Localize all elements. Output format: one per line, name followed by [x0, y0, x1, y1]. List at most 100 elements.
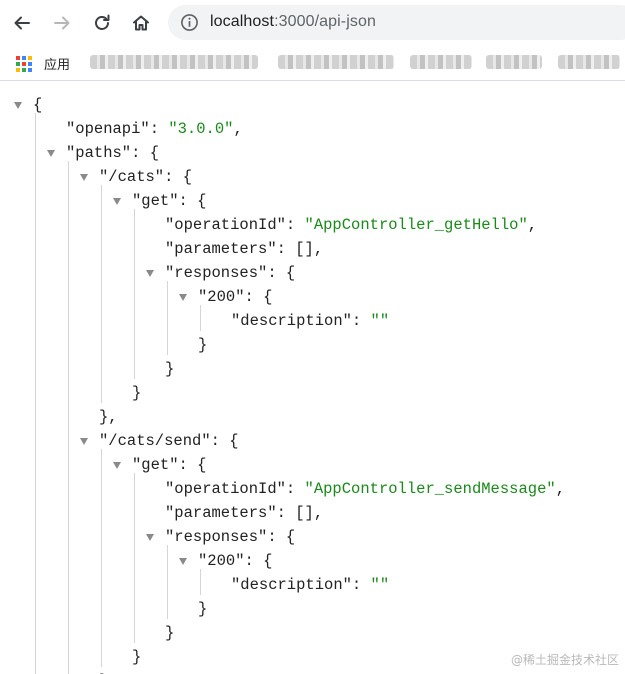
bookmark-item[interactable]: [278, 55, 394, 69]
json-punctuation: :: [285, 480, 305, 498]
collapse-toggle-icon[interactable]: [113, 198, 121, 205]
collapse-toggle-icon[interactable]: [146, 270, 154, 277]
json-punctuation: : {: [267, 528, 296, 546]
json-punctuation: : {: [164, 168, 193, 186]
bookmark-item[interactable]: [90, 55, 258, 69]
json-line: "200": {: [198, 285, 272, 309]
browser-toolbar: localhost:3000/api-json: [0, 0, 625, 45]
json-line: }: [132, 645, 141, 669]
json-line: {: [33, 93, 42, 117]
json-punctuation: }: [165, 624, 175, 642]
tree-guide-line: [167, 545, 168, 619]
json-punctuation: : {: [131, 144, 160, 162]
json-punctuation: }: [165, 360, 175, 378]
json-punctuation: ,: [555, 480, 565, 498]
home-icon: [133, 15, 149, 31]
back-button[interactable]: [8, 9, 36, 37]
json-punctuation: :: [351, 576, 371, 594]
bookmark-item[interactable]: [558, 55, 620, 69]
json-punctuation: ,: [233, 120, 243, 138]
url-text: localhost:3000/api-json: [210, 13, 376, 31]
json-line: "get": {: [132, 189, 206, 213]
json-key: "description": [231, 576, 352, 594]
json-punctuation: : {: [267, 264, 296, 282]
reload-icon: [95, 14, 110, 30]
json-string-value: "AppController_getHello": [304, 216, 528, 234]
json-line: "/cats": {: [99, 165, 192, 189]
json-key: "200": [198, 288, 245, 306]
bookmark-item[interactable]: [486, 55, 542, 69]
json-string-value: "": [370, 312, 390, 330]
json-line: },: [99, 669, 118, 674]
apps-shortcut[interactable]: 应用: [16, 54, 70, 73]
json-line: "parameters": [],: [165, 237, 323, 261]
json-key: "description": [231, 312, 352, 330]
collapse-toggle-icon[interactable]: [113, 462, 121, 469]
json-key: "operationId": [165, 480, 286, 498]
json-punctuation: :: [351, 312, 371, 330]
json-line: "get": {: [132, 453, 206, 477]
json-key: "openapi": [66, 120, 150, 138]
collapse-toggle-icon[interactable]: [80, 174, 88, 181]
json-line: "openapi": "3.0.0",: [66, 117, 243, 141]
apps-grid-icon: [16, 55, 32, 72]
info-icon[interactable]: [180, 13, 199, 32]
json-punctuation: : {: [178, 456, 207, 474]
collapse-toggle-icon[interactable]: [146, 534, 154, 541]
arrow-right-icon: [54, 16, 70, 30]
json-key: "get": [132, 456, 179, 474]
collapse-toggle-icon[interactable]: [179, 294, 187, 301]
json-punctuation: :: [149, 120, 169, 138]
json-punctuation: :: [285, 216, 305, 234]
json-key: "responses": [165, 528, 268, 546]
forward-button[interactable]: [48, 9, 76, 37]
tree-guide-line: [134, 473, 135, 643]
tree-guide-line: [35, 113, 36, 674]
json-line: }: [198, 597, 207, 621]
json-key: "/cats": [99, 168, 165, 186]
tree-guide-line: [68, 161, 69, 674]
json-key: "/cats/send": [99, 432, 211, 450]
tree-guide-line: [134, 209, 135, 379]
json-line: "responses": {: [165, 261, 295, 285]
json-line: "/cats/send": {: [99, 429, 239, 453]
json-key: "parameters": [165, 504, 277, 522]
apps-label: 应用: [44, 58, 71, 73]
json-punctuation: },: [99, 408, 118, 426]
bookmarks-bar: 应用: [0, 45, 625, 81]
json-punctuation: : {: [244, 552, 273, 570]
json-line: "operationId": "AppController_getHello",: [165, 213, 537, 237]
json-key: "parameters": [165, 240, 277, 258]
json-punctuation: ,: [527, 216, 538, 234]
json-line: "description": "": [231, 309, 389, 333]
json-line: }: [198, 333, 207, 357]
json-line: "responses": {: [165, 525, 295, 549]
bookmark-item[interactable]: [410, 55, 472, 69]
json-line: "description": "": [231, 573, 389, 597]
collapse-toggle-icon[interactable]: [80, 438, 88, 445]
url-host: localhost: [210, 13, 275, 30]
json-line: "parameters": [],: [165, 501, 323, 525]
json-punctuation: }: [132, 648, 142, 666]
arrow-left-icon: [14, 16, 30, 30]
json-key: "responses": [165, 264, 268, 282]
json-punctuation: }: [198, 600, 208, 618]
json-punctuation: }: [198, 336, 208, 354]
reload-button[interactable]: [88, 9, 116, 37]
json-punctuation: }: [132, 384, 142, 402]
json-punctuation: {: [33, 96, 43, 114]
tree-guide-line: [101, 449, 102, 667]
collapse-toggle-icon[interactable]: [47, 150, 55, 157]
json-punctuation: : {: [178, 192, 207, 210]
json-line: "operationId": "AppController_sendMessag…: [165, 477, 565, 501]
collapse-toggle-icon[interactable]: [179, 558, 187, 565]
collapse-toggle-icon[interactable]: [14, 102, 22, 109]
home-button[interactable]: [127, 9, 155, 37]
json-string-value: "3.0.0": [168, 120, 234, 138]
watermark: @稀土掘金技术社区: [510, 653, 619, 667]
tree-guide-line: [101, 185, 102, 403]
json-punctuation: : [],: [276, 240, 324, 258]
address-bar[interactable]: localhost:3000/api-json: [168, 5, 625, 40]
json-line: }: [165, 357, 174, 381]
json-key: "200": [198, 552, 245, 570]
